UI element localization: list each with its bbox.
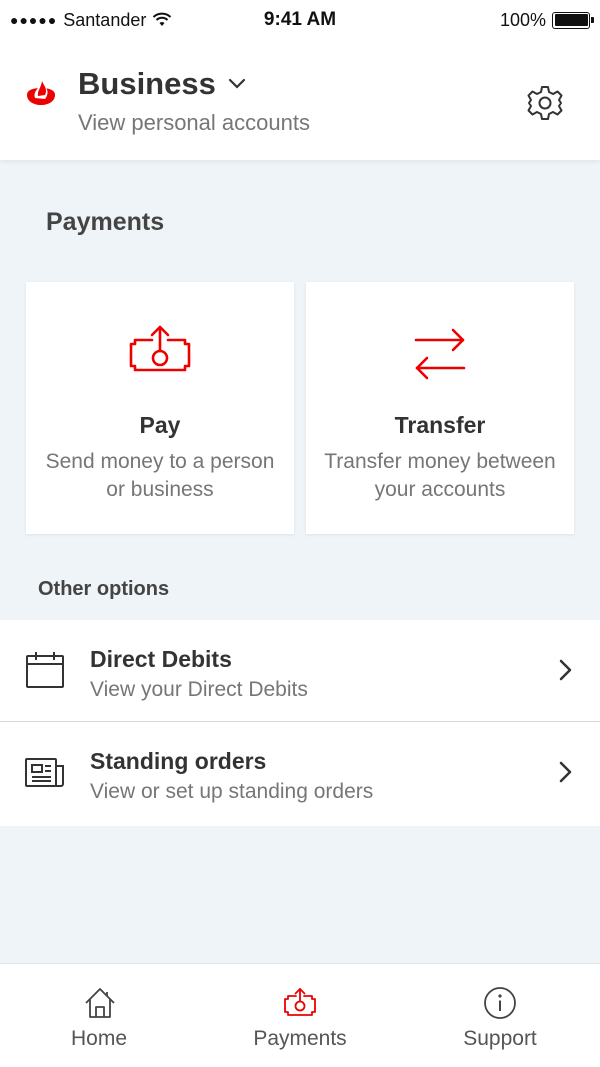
account-header: Business View personal accounts: [0, 40, 600, 160]
info-icon: [484, 987, 516, 1019]
status-right: 100%: [499, 9, 594, 31]
pay-card[interactable]: Pay Send money to a person or business: [26, 282, 294, 534]
transfer-card[interactable]: Transfer Transfer money between your acc…: [306, 282, 574, 534]
direct-debits-subtitle: View your Direct Debits: [90, 678, 308, 701]
pay-money-icon: [129, 325, 191, 372]
gear-icon[interactable]: [526, 84, 564, 122]
newspaper-icon: [25, 758, 64, 787]
pay-card-description: Send money to a person or business: [45, 450, 275, 501]
calendar-icon: [26, 652, 64, 688]
pay-money-icon: [284, 988, 316, 1016]
transfer-arrows-icon: [414, 328, 466, 380]
bottom-tab-bar: Home Payments Support: [0, 963, 600, 1067]
signal-strength-icon: ●●●●●: [10, 12, 58, 28]
tab-home-label: Home: [70, 1027, 128, 1050]
tab-payments[interactable]: Payments: [200, 964, 400, 1067]
status-bar: ●●●●● Santander 9:41 AM 100%: [0, 0, 600, 40]
view-personal-accounts-link[interactable]: View personal accounts: [78, 110, 310, 136]
chevron-right-icon: [559, 659, 572, 681]
battery-fill: [554, 14, 588, 26]
standing-orders-subtitle: View or set up standing orders: [90, 780, 374, 803]
status-left: ●●●●● Santander: [10, 10, 172, 31]
battery-icon: [552, 11, 594, 29]
carrier-name: Santander: [63, 9, 147, 30]
chevron-down-icon: [228, 78, 245, 89]
battery-percent: 100%: [499, 9, 546, 30]
transfer-card-title: Transfer: [394, 412, 486, 438]
standing-orders-title: Standing orders: [90, 748, 267, 774]
tab-payments-label: Payments: [253, 1027, 347, 1050]
tab-home[interactable]: Home: [0, 964, 200, 1067]
tab-support[interactable]: Support: [400, 964, 600, 1067]
status-time: 9:41 AM: [263, 9, 337, 30]
santander-flame-icon: [27, 81, 55, 105]
tab-support-label: Support: [463, 1027, 537, 1050]
other-options-title: Other options: [38, 578, 170, 600]
list-item-direct-debits[interactable]: Direct Debits View your Direct Debits: [0, 620, 600, 722]
chevron-right-icon: [559, 761, 572, 783]
pay-card-title: Pay: [139, 412, 181, 438]
list-item-standing-orders[interactable]: Standing orders View or set up standing …: [0, 722, 600, 826]
direct-debits-title: Direct Debits: [90, 646, 232, 672]
account-type-label: Business: [78, 66, 216, 101]
transfer-card-description: Transfer money between your accounts: [324, 450, 556, 501]
wifi-icon: [153, 12, 172, 26]
other-options-list: Direct Debits View your Direct Debits St…: [0, 620, 600, 826]
payments-section-title: Payments: [46, 208, 165, 236]
account-type-selector[interactable]: Business: [78, 66, 246, 102]
home-icon: [85, 988, 115, 1018]
